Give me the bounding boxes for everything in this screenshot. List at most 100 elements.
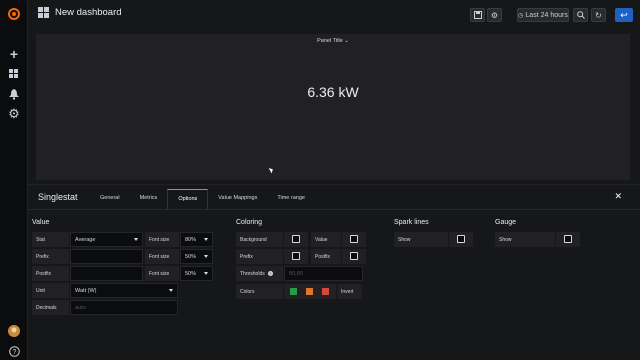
value-checkbox-box[interactable] bbox=[342, 232, 366, 247]
dashboards-icon[interactable] bbox=[6, 66, 22, 82]
prefix-font-size-select[interactable]: 50% bbox=[180, 249, 213, 264]
colors-swatches bbox=[284, 284, 336, 299]
help-icon[interactable]: ? bbox=[6, 343, 22, 359]
caret-down-icon bbox=[204, 238, 208, 241]
background-checkbox[interactable] bbox=[292, 235, 300, 243]
stat-select-value: Average bbox=[75, 236, 96, 243]
save-dashboard-button[interactable] bbox=[470, 8, 485, 22]
caret-down-icon bbox=[169, 289, 173, 292]
caret-down-icon bbox=[204, 255, 208, 258]
spark-lines-show-label: Show bbox=[394, 232, 448, 247]
postfix-color-label: Postfix bbox=[311, 249, 341, 264]
gauge-show-label: Show bbox=[495, 232, 555, 247]
gauge-checkbox-box[interactable] bbox=[556, 232, 580, 247]
tab-value-mappings[interactable]: Value Mappings bbox=[208, 189, 267, 209]
thresholds-label: Thresholds ? bbox=[236, 266, 283, 281]
grid-icon bbox=[38, 7, 49, 18]
gauge-section-title: Gauge bbox=[495, 219, 517, 226]
postfix-checkbox-box[interactable] bbox=[342, 249, 366, 264]
clock-icon: ◷ bbox=[518, 12, 524, 19]
close-icon[interactable]: ✕ bbox=[614, 191, 622, 202]
refresh-button[interactable]: ↻ bbox=[591, 8, 606, 22]
top-navbar: New dashboard ⚙ ◷ Last 24 hours ↻ ↩ bbox=[28, 0, 640, 30]
panel-title: Panel Title bbox=[317, 38, 343, 44]
font-size-label: Font size bbox=[145, 232, 179, 247]
unit-select[interactable]: Watt (W) bbox=[70, 283, 178, 298]
singlestat-panel: Panel Title ⌄ 6.36 kW bbox=[36, 34, 630, 180]
plus-icon[interactable]: + bbox=[6, 46, 22, 62]
caret-down-icon bbox=[134, 238, 138, 241]
dashboard-picker[interactable]: New dashboard bbox=[38, 7, 122, 18]
postfix-label: Postfix bbox=[32, 266, 69, 281]
invert-button[interactable]: Invert bbox=[337, 284, 362, 299]
time-range-label: Last 24 hours bbox=[525, 11, 568, 19]
tab-metrics[interactable]: Metrics bbox=[130, 189, 168, 209]
thresholds-input[interactable]: 50,80 bbox=[284, 266, 363, 281]
color-swatch-1[interactable] bbox=[290, 288, 297, 295]
side-menu: + ⚙ ? bbox=[0, 0, 28, 360]
prefix-input[interactable] bbox=[70, 249, 143, 264]
background-checkbox-box[interactable] bbox=[284, 232, 308, 247]
back-arrow-icon: ↩ bbox=[620, 9, 628, 20]
caret-down-icon bbox=[204, 272, 208, 275]
unit-select-value: Watt (W) bbox=[75, 287, 97, 294]
spark-lines-show-checkbox[interactable] bbox=[457, 235, 465, 243]
decimals-input[interactable]: auto bbox=[70, 300, 178, 315]
prefix-label: Prefix bbox=[32, 249, 69, 264]
spark-lines-section-title: Spark lines bbox=[394, 219, 429, 226]
prefix-font-size-label: Font size bbox=[145, 249, 179, 264]
background-label: Background bbox=[236, 232, 283, 247]
tab-general[interactable]: General bbox=[90, 189, 130, 209]
value-color-label: Value bbox=[311, 232, 341, 247]
zoom-out-icon bbox=[576, 11, 585, 19]
value-checkbox[interactable] bbox=[350, 235, 358, 243]
stat-label: Stat bbox=[32, 232, 69, 247]
value-section-title: Value bbox=[32, 219, 50, 226]
postfix-checkbox[interactable] bbox=[350, 252, 358, 260]
help-icon[interactable]: ? bbox=[267, 271, 273, 276]
prefix-checkbox[interactable] bbox=[292, 252, 300, 260]
prefix-font-size-value: 50% bbox=[185, 253, 197, 260]
svg-text:?: ? bbox=[12, 349, 16, 356]
editor-title: Singlestat bbox=[38, 192, 78, 202]
prefix-checkbox-box[interactable] bbox=[284, 249, 308, 264]
dashboard-title[interactable]: New dashboard bbox=[55, 7, 122, 18]
color-swatch-2[interactable] bbox=[306, 288, 313, 295]
postfix-font-size-value: 50% bbox=[185, 270, 197, 277]
chevron-down-icon: ⌄ bbox=[344, 38, 349, 44]
gear-icon[interactable]: ⚙ bbox=[6, 106, 22, 122]
tab-options[interactable]: Options bbox=[167, 189, 209, 209]
stat-value: 6.36 kW bbox=[307, 84, 359, 100]
coloring-section-title: Coloring bbox=[236, 219, 263, 226]
thresholds-label-text: Thresholds bbox=[240, 270, 265, 277]
settings-button[interactable]: ⚙ bbox=[487, 8, 502, 22]
prefix-color-label: Prefix bbox=[236, 249, 283, 264]
decimals-label: Decimals bbox=[32, 300, 69, 315]
font-size-value: 80% bbox=[185, 236, 197, 243]
grafana-logo-icon[interactable] bbox=[6, 6, 22, 22]
unit-label: Unit bbox=[32, 283, 69, 298]
bell-icon[interactable] bbox=[6, 86, 22, 102]
gauge-show-checkbox[interactable] bbox=[564, 235, 572, 243]
postfix-input[interactable] bbox=[70, 266, 143, 281]
avatar[interactable] bbox=[6, 323, 22, 339]
panel-editor: Singlestat General Metrics Options Value… bbox=[28, 184, 640, 360]
time-picker-button[interactable]: ◷ Last 24 hours bbox=[517, 8, 569, 22]
postfix-font-size-select[interactable]: 50% bbox=[180, 266, 213, 281]
postfix-font-size-label: Font size bbox=[145, 266, 179, 281]
save-icon bbox=[473, 11, 482, 19]
panel-title-menu[interactable]: Panel Title ⌄ bbox=[36, 38, 630, 44]
editor-header: Singlestat General Metrics Options Value… bbox=[28, 185, 640, 210]
refresh-icon: ↻ bbox=[595, 10, 602, 20]
gear-icon: ⚙ bbox=[490, 10, 499, 20]
color-swatch-3[interactable] bbox=[322, 288, 329, 295]
back-to-dashboard-button[interactable]: ↩ bbox=[615, 8, 633, 22]
zoom-out-button[interactable] bbox=[573, 8, 588, 22]
spark-lines-checkbox-box[interactable] bbox=[449, 232, 473, 247]
stat-select[interactable]: Average bbox=[70, 232, 143, 247]
font-size-select[interactable]: 80% bbox=[180, 232, 213, 247]
mouse-cursor-icon bbox=[268, 166, 275, 174]
tab-time-range[interactable]: Time range bbox=[267, 189, 315, 209]
editor-tabs: General Metrics Options Value Mappings T… bbox=[90, 189, 315, 209]
colors-label: Colors bbox=[236, 284, 283, 299]
